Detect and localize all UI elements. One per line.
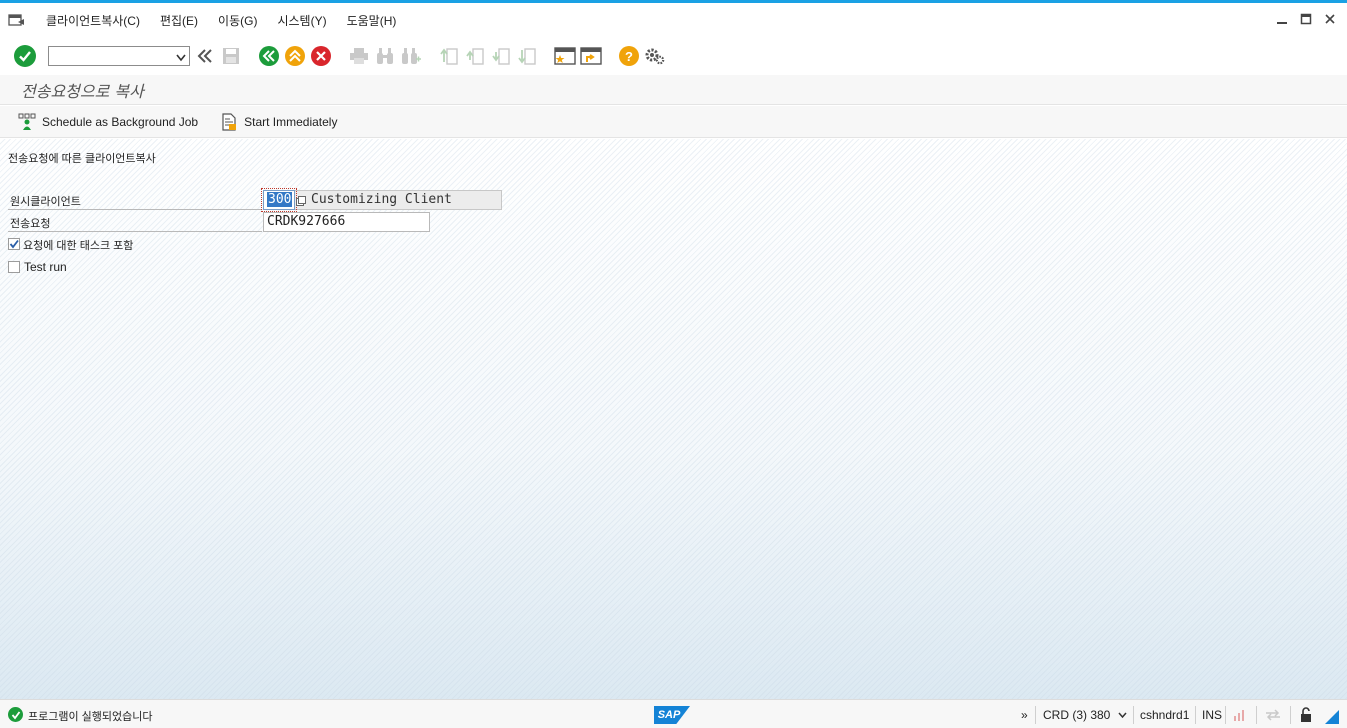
- source-client-input[interactable]: 300: [263, 190, 295, 210]
- shortcut-icon[interactable]: [580, 45, 602, 67]
- menu-bar: 클라이언트복사(C) 편집(E) 이동(G) 시스템(Y) 도움말(H): [0, 6, 1347, 34]
- main-content: 전송요청에 따른 클라이언트복사 원시클라이언트 Customizing Cli…: [0, 139, 1347, 699]
- transport-request-value: CRDK927666: [267, 214, 346, 229]
- system-menu-icon[interactable]: [8, 13, 26, 27]
- source-client-value: 300: [267, 192, 293, 207]
- section-title: 전송요청에 따른 클라이언트복사: [8, 153, 156, 165]
- test-run-checkbox[interactable]: [8, 261, 20, 273]
- status-divider: [1035, 706, 1036, 724]
- status-divider: [1195, 706, 1196, 724]
- system-info-text: CRD (3) 380: [1043, 708, 1111, 722]
- title-bar: 전송요청으로 복사: [0, 75, 1347, 105]
- maximize-icon[interactable]: [1299, 12, 1313, 26]
- transport-request-label: 전송요청: [10, 218, 51, 230]
- source-client-label: 원시클라이언트: [10, 196, 81, 208]
- schedule-background-job-button[interactable]: Schedule as Background Job: [18, 113, 198, 131]
- cancel-icon[interactable]: [310, 45, 332, 67]
- customize-layout-icon[interactable]: [644, 45, 666, 67]
- sap-logo: SAP: [654, 706, 690, 724]
- status-divider: [1225, 706, 1226, 724]
- transport-request-input[interactable]: CRDK927666: [263, 212, 430, 232]
- collapse-double-chevron-icon[interactable]: [194, 45, 216, 67]
- status-divider: [1290, 706, 1291, 724]
- resize-grip-icon[interactable]: [1325, 710, 1339, 727]
- exit-icon[interactable]: [284, 45, 306, 67]
- first-page-icon[interactable]: [438, 45, 460, 67]
- menu-system[interactable]: 시스템(Y): [267, 12, 336, 29]
- help-icon[interactable]: ?: [618, 45, 640, 67]
- status-divider: [1256, 706, 1257, 724]
- window-controls: [1275, 12, 1337, 26]
- chevron-down-icon[interactable]: [176, 51, 186, 65]
- success-check-icon: [8, 707, 23, 722]
- print-icon[interactable]: [348, 45, 370, 67]
- schedule-background-job-label: Schedule as Background Job: [42, 114, 199, 129]
- source-client-label-underline: [8, 209, 262, 210]
- system-info[interactable]: CRD (3) 380: [1043, 708, 1127, 722]
- status-message[interactable]: 프로그램이 실행되었습니다: [28, 708, 153, 724]
- start-document-icon: [220, 112, 238, 131]
- chevron-down-icon: [1118, 712, 1127, 719]
- next-page-icon[interactable]: [490, 45, 512, 67]
- standard-toolbar: ?: [0, 39, 1347, 73]
- source-client-description-text: Customizing Client: [311, 192, 452, 207]
- status-more-button[interactable]: »: [1021, 708, 1028, 722]
- menu-edit[interactable]: 편집(E): [150, 12, 208, 29]
- status-bar: 프로그램이 실행되었습니다 SAP » CRD (3) 380 cshndrd1…: [0, 699, 1347, 728]
- minimize-icon[interactable]: [1275, 12, 1289, 26]
- last-page-icon[interactable]: [516, 45, 538, 67]
- menu-goto[interactable]: 이동(G): [208, 12, 267, 29]
- back-icon[interactable]: [258, 45, 280, 67]
- previous-page-icon[interactable]: [464, 45, 486, 67]
- transport-request-label-underline: [8, 231, 262, 232]
- application-toolbar: Schedule as Background Job Start Immedia…: [0, 106, 1347, 138]
- sap-gui-window: 클라이언트복사(C) 편집(E) 이동(G) 시스템(Y) 도움말(H) ? 전…: [0, 0, 1347, 728]
- menu-client-copy[interactable]: 클라이언트복사(C): [36, 12, 150, 29]
- source-client-description: Customizing Client: [292, 190, 502, 210]
- find-icon[interactable]: [374, 45, 396, 67]
- menu-help[interactable]: 도움말(H): [337, 12, 407, 29]
- server-name: cshndrd1: [1140, 708, 1190, 722]
- performance-icon[interactable]: [1233, 708, 1247, 725]
- page-title: 전송요청으로 복사: [21, 82, 144, 101]
- connection-icon[interactable]: [1265, 709, 1281, 724]
- start-immediately-button[interactable]: Start Immediately: [220, 112, 338, 131]
- create-session-icon[interactable]: [554, 45, 576, 67]
- status-divider: [1133, 706, 1134, 724]
- start-immediately-label: Start Immediately: [244, 114, 338, 129]
- find-next-icon[interactable]: [400, 45, 422, 67]
- include-tasks-label: 요청에 대한 태스크 포함: [23, 240, 134, 252]
- background-job-icon: [18, 113, 36, 131]
- test-run-label: Test run: [24, 260, 67, 274]
- enter-check-icon[interactable]: [14, 45, 36, 67]
- value-help-icon[interactable]: [296, 195, 306, 209]
- save-icon[interactable]: [220, 45, 242, 67]
- command-field[interactable]: [48, 46, 190, 66]
- insert-mode[interactable]: INS: [1202, 708, 1222, 722]
- include-tasks-checkbox[interactable]: [8, 238, 20, 250]
- close-icon[interactable]: [1323, 12, 1337, 26]
- unlock-icon[interactable]: [1299, 707, 1313, 726]
